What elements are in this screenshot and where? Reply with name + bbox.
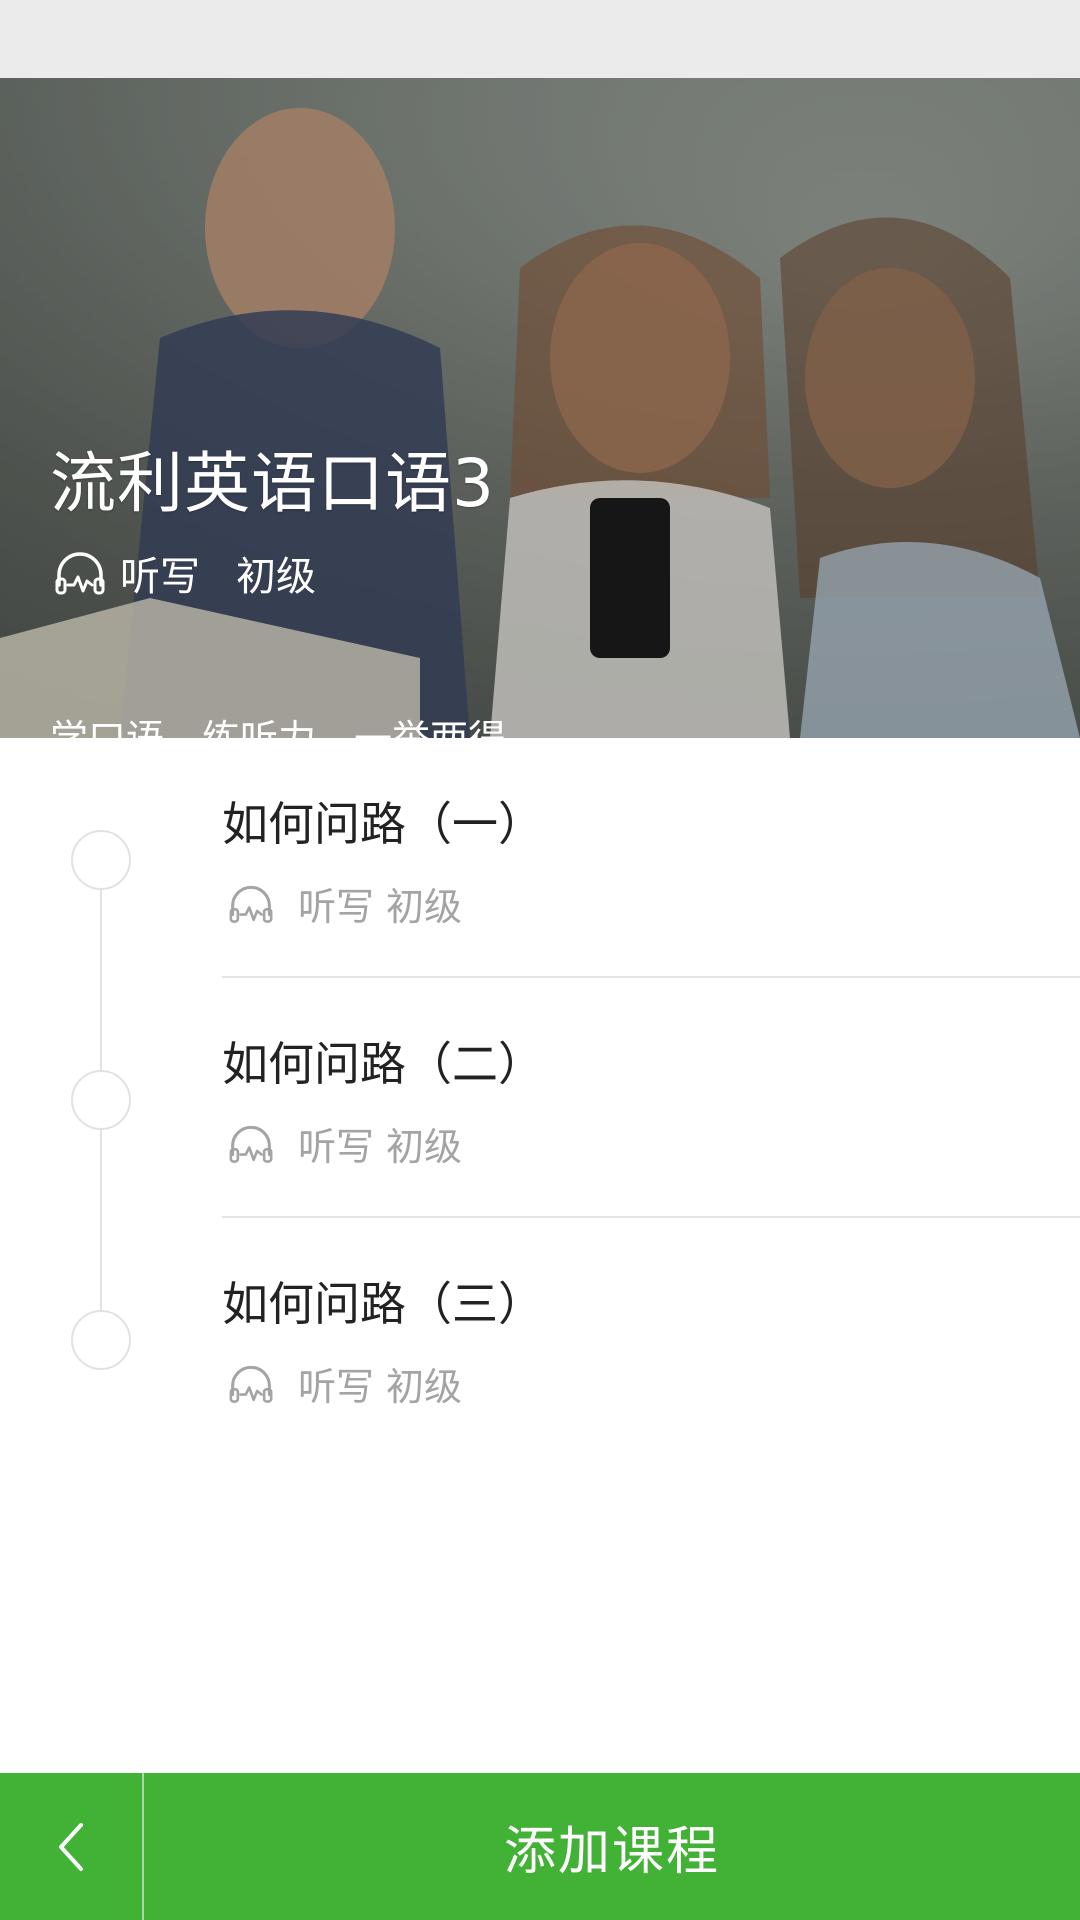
lesson-meta: 听写 初级 (228, 1356, 462, 1411)
chevron-left-icon (59, 1822, 83, 1871)
lesson-item[interactable]: 如何问路（三） 听写 初级 (0, 1218, 1080, 1458)
lesson-item[interactable]: 如何问路（二） 听写 初级 (0, 978, 1080, 1218)
lesson-type: 听写 (298, 1365, 375, 1409)
bottom-action-bar: 添加课程 (0, 1773, 1080, 1920)
course-hero-banner: 流利英语口语3 听写 初级 学口语，练听力，一举两得 (0, 78, 1080, 738)
lesson-meta: 听写 初级 (228, 1116, 462, 1171)
timeline-dot (71, 1310, 131, 1370)
lesson-title: 如何问路（一） (222, 797, 544, 851)
lesson-level: 初级 (386, 885, 463, 929)
lesson-item[interactable]: 如何问路（一） 听写 初级 (0, 738, 1080, 978)
course-title: 流利英语口语3 (50, 445, 495, 522)
lesson-type: 听写 (298, 1125, 375, 1169)
headphones-wave-icon (55, 552, 105, 595)
timeline-dot (71, 830, 131, 890)
lesson-title: 如何问路（三） (222, 1277, 544, 1331)
status-bar (0, 0, 1080, 78)
course-meta: 听写 初级 (54, 544, 316, 602)
back-button[interactable] (0, 1773, 144, 1920)
lesson-meta: 听写 初级 (228, 876, 462, 931)
lesson-level: 初级 (386, 1125, 463, 1169)
headphones-wave-icon (229, 1125, 273, 1163)
course-subtitle: 学口语，练听力，一举两得 (50, 708, 506, 738)
lesson-level: 初级 (386, 1365, 463, 1409)
headphones-wave-icon (229, 885, 273, 923)
hero-photo (0, 78, 1080, 738)
timeline-dot (71, 1070, 131, 1130)
lesson-title: 如何问路（二） (222, 1037, 544, 1091)
headphones-wave-icon (229, 1365, 273, 1403)
lesson-type: 听写 (298, 885, 375, 929)
course-level: 初级 (236, 554, 316, 600)
add-course-button[interactable]: 添加课程 (144, 1773, 1080, 1920)
course-type: 听写 (120, 554, 200, 600)
